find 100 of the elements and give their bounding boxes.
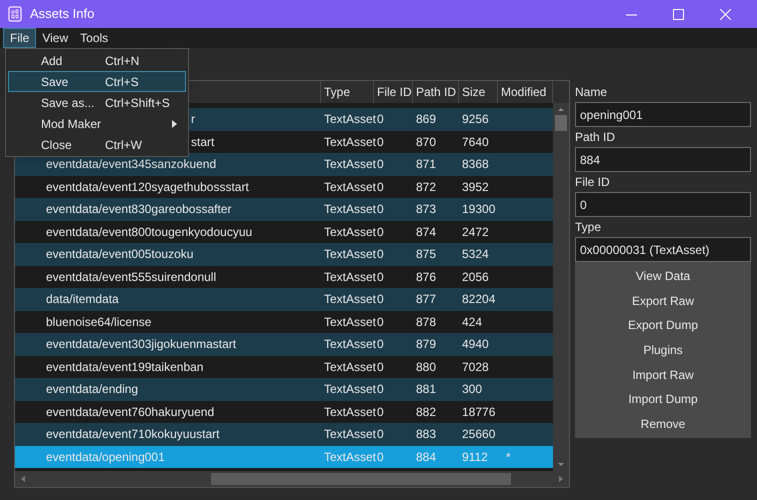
table-cell-text: 0 (376, 224, 385, 241)
column-header[interactable]: Type (321, 81, 374, 103)
vertical-scrollbar[interactable] (553, 103, 569, 471)
table-cell-text: 882 (415, 404, 438, 421)
menu-item[interactable]: View (36, 28, 74, 48)
table-cell-text: eventdata/event710kokuyuustart (45, 426, 220, 444)
table-row[interactable]: eventdata/ending TextAsset0 881 300 (15, 378, 553, 400)
action-button[interactable]: Export Dump (575, 313, 751, 338)
table-cell-text: r (191, 111, 196, 128)
text-field[interactable]: 0x00000031 (TextAsset) (575, 237, 751, 262)
table-cell-text: TextAsset (323, 268, 374, 286)
column-header[interactable]: Size (459, 81, 498, 103)
table-cell-text: eventdata/event120syagethubossstart (45, 178, 250, 196)
table-cell-text: 0 (376, 178, 385, 196)
field-label: Name (575, 84, 608, 101)
table-row[interactable]: eventdata/event303jigokuenmastart TextAsset0 879 4940 (15, 333, 553, 356)
table-cell-text: 0 (376, 291, 385, 308)
table-cell-text: 873 (415, 201, 438, 218)
table-cell-text: 884 (415, 448, 438, 466)
table-cell-text: 18776 (461, 404, 496, 421)
table-cell-text: TextAsset (323, 448, 374, 466)
table-cell-text: 0 (376, 156, 385, 174)
table-cell-text: TextAsset (323, 134, 374, 151)
table-cell-text: 0 (376, 448, 385, 466)
table-cell-text: 869 (415, 111, 438, 128)
table-cell-text: * (505, 448, 512, 466)
menu-item[interactable]: Save Ctrl+S (8, 71, 186, 92)
table-cell-text: 5324 (461, 246, 490, 264)
table-cell-text: 0 (376, 358, 385, 376)
table-cell-text: 878 (415, 314, 438, 331)
table-cell-text: 0 (376, 381, 385, 398)
scroll-right-icon[interactable] (557, 475, 565, 483)
table-cell-text: 0 (376, 111, 385, 128)
table-cell-text: 880 (415, 358, 438, 376)
table-cell-text: eventdata/event555suirendonull (45, 268, 218, 286)
table-cell-text: 7640 (461, 134, 490, 151)
table-cell-text: 9112 (461, 448, 489, 466)
action-button[interactable]: Import Raw (575, 362, 751, 387)
table-cell-text: 876 (415, 268, 438, 286)
action-button[interactable]: View Data (575, 264, 751, 289)
action-button[interactable]: Plugins (575, 338, 751, 362)
table-cell-text: TextAsset (323, 111, 374, 128)
table-cell-text: 8368 (461, 156, 490, 174)
field-label: Type (575, 219, 602, 236)
table-cell-text: 0 (376, 314, 385, 331)
table-cell-text: 883 (415, 426, 438, 444)
text-field[interactable]: 884 (575, 147, 751, 172)
table-cell-text: eventdata/event800tougenkyodoucyuu (45, 224, 254, 241)
horizontal-scrollbar[interactable] (15, 471, 569, 487)
table-cell-text: 0 (376, 268, 385, 286)
table-cell-text: TextAsset (323, 178, 374, 196)
action-button[interactable]: Export Raw (575, 288, 751, 314)
table-cell-text: 0 (376, 246, 385, 264)
text-field[interactable]: 0 (575, 192, 751, 217)
column-header[interactable]: Path ID (413, 81, 459, 103)
maximize-icon[interactable] (673, 8, 684, 20)
table-cell-text: TextAsset (323, 201, 374, 218)
table-cell-text: 0 (376, 134, 385, 151)
table-cell-text: eventdata/event199taikenban (45, 358, 204, 376)
menu-item[interactable]: Tools (74, 28, 114, 48)
table-cell-text: TextAsset (323, 336, 374, 354)
table-cell-text: data/itemdata (45, 291, 120, 308)
window-title: Assets Info (30, 5, 94, 24)
scroll-left-icon[interactable] (19, 475, 27, 483)
table-cell-text: eventdata/event830gareobossafter (45, 201, 232, 218)
table-cell-text: 0 (376, 426, 385, 444)
scroll-thumb[interactable] (555, 115, 567, 131)
menu-item[interactable]: File (3, 28, 36, 48)
table-cell-text: TextAsset (323, 381, 374, 398)
field-label: Path ID (575, 129, 616, 146)
table-cell-text: 875 (415, 246, 438, 264)
table-cell-text: eventdata/opening001 (45, 448, 166, 466)
table-cell-text: 874 (415, 224, 438, 241)
table-cell-text: TextAsset (323, 246, 374, 264)
table-row[interactable]: eventdata/event005touzoku TextAsset0 875 5324 (15, 243, 553, 266)
action-button[interactable]: Import Dump (575, 386, 751, 412)
table-cell-text: 25660 (461, 426, 496, 444)
table-row[interactable]: data/itemdata TextAsset0 877 82204 (15, 288, 553, 310)
table-cell-text: 300 (461, 381, 484, 398)
table-row[interactable]: eventdata/event710kokuyuustart TextAsset0 883 25660 (15, 423, 553, 446)
table-cell-text: 2056 (461, 268, 490, 286)
scroll-thumb[interactable] (211, 473, 511, 485)
table-row[interactable]: eventdata/event345sanzokuend TextAsset0 871 8368 (15, 153, 553, 176)
table-cell-text: 0 (376, 336, 385, 354)
table-cell-text: eventdata/event005touzoku (45, 246, 194, 264)
table-cell-text: TextAsset (323, 291, 374, 308)
table-cell-text: 0 (376, 201, 385, 218)
action-button[interactable]: Remove (575, 412, 751, 436)
table-cell-text: 872 (415, 178, 438, 196)
close-icon[interactable] (720, 8, 731, 20)
table-cell-text: 3952 (461, 178, 490, 196)
table-cell-text: 82204 (461, 291, 496, 308)
text-field[interactable]: opening001 (575, 102, 751, 127)
menu-item[interactable]: Add Ctrl+N (8, 50, 186, 71)
table-cell-text: start (191, 134, 216, 151)
table-cell-text: TextAsset (323, 224, 374, 241)
column-header[interactable]: File ID (374, 81, 413, 103)
table-row[interactable]: eventdata/event830gareobossafter TextAsset0 873 19300 (15, 198, 553, 220)
submenu-arrow-icon (172, 120, 177, 128)
table-cell-text: 2472 (461, 224, 490, 241)
